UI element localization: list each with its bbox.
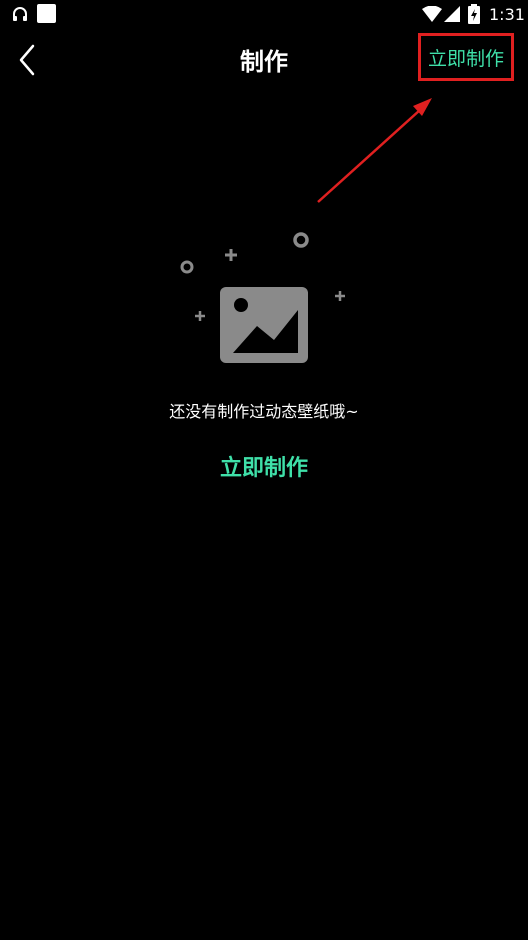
create-now-header-label: 立即制作 bbox=[427, 47, 504, 70]
headphones-icon bbox=[13, 7, 27, 21]
empty-message: 还没有制作过动态壁纸哦~ bbox=[169, 402, 359, 421]
status-bar: 1:31 bbox=[0, 0, 528, 30]
header: 制作 立即制作 bbox=[0, 30, 528, 86]
signal-icon bbox=[444, 6, 460, 22]
notification-square-icon bbox=[37, 4, 56, 23]
battery-charging-icon bbox=[468, 4, 480, 24]
status-time: 1:31 bbox=[489, 5, 525, 24]
create-now-button[interactable]: 立即制作 bbox=[0, 450, 528, 482]
image-placeholder-icon bbox=[180, 232, 345, 363]
create-now-header-button[interactable]: 立即制作 bbox=[418, 33, 514, 81]
wifi-icon bbox=[422, 6, 442, 22]
